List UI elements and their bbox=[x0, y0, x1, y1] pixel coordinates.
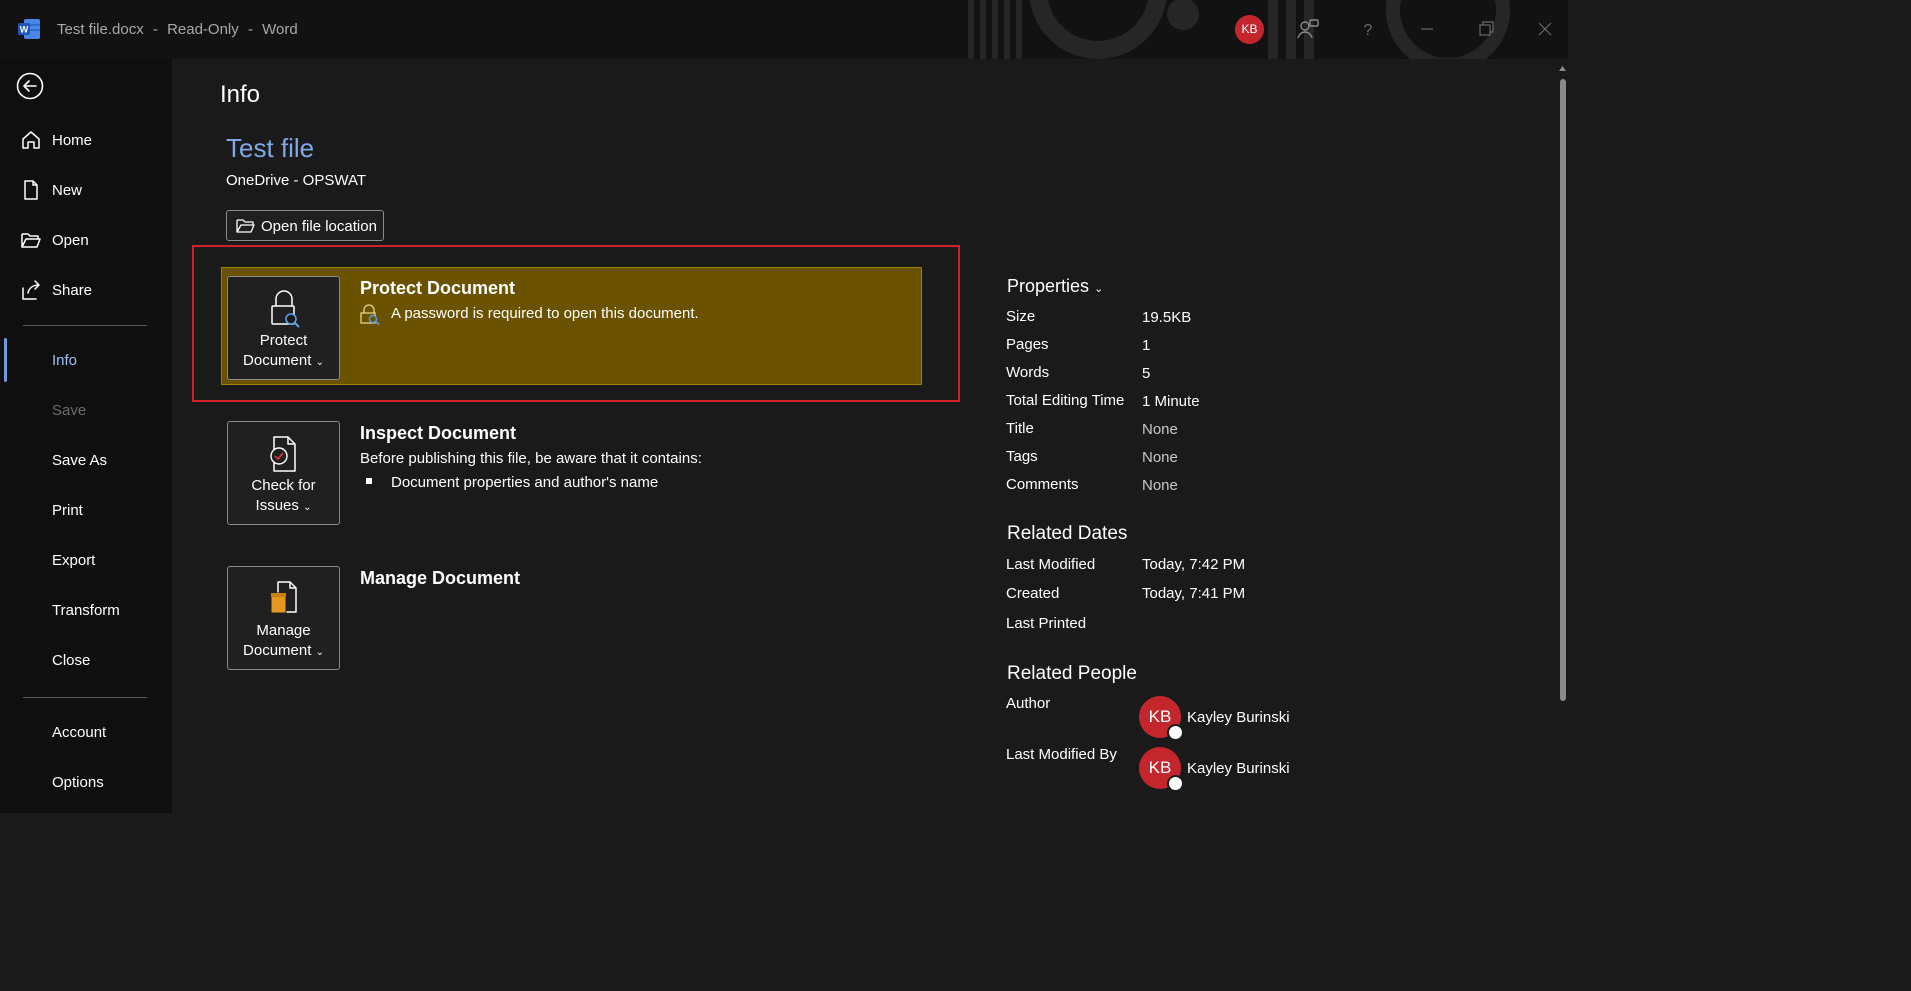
nav-open[interactable]: Open bbox=[52, 232, 89, 249]
prop-label: Comments bbox=[1006, 476, 1079, 493]
prop-label: Last Printed bbox=[1006, 615, 1087, 632]
properties-dropdown[interactable]: Properties ⌄ bbox=[1007, 276, 1103, 297]
info-page: Info Test file OneDrive - OPSWAT Open fi… bbox=[172, 59, 1568, 813]
protect-tile-line1: Protect bbox=[259, 332, 308, 349]
nav-divider bbox=[23, 325, 147, 326]
chevron-down-icon: ⌄ bbox=[303, 502, 312, 513]
prop-label: Last Modified bbox=[1006, 556, 1096, 573]
title-bar: W Test file.docx - Read-Only - Word KB ? bbox=[0, 0, 1568, 59]
check-for-issues-button[interactable]: Check for Issues ⌄ bbox=[227, 421, 340, 525]
back-arrow-icon[interactable] bbox=[15, 71, 45, 101]
nav-save-as[interactable]: Save As bbox=[52, 452, 107, 469]
protect-document-button[interactable]: Protect Document ⌄ bbox=[227, 276, 340, 380]
folder-icon bbox=[236, 219, 255, 233]
protect-tile-line2: Document bbox=[243, 352, 312, 369]
inspect-description: Before publishing this file, be aware th… bbox=[360, 450, 702, 467]
user-avatar[interactable]: KB bbox=[1235, 15, 1264, 44]
inspect-bullet: Document properties and author's name bbox=[391, 474, 659, 491]
prop-value-size: 19.5KB bbox=[1142, 309, 1192, 326]
manage-document-button[interactable]: Manage Document ⌄ bbox=[227, 566, 340, 670]
author-label: Author bbox=[1006, 695, 1051, 712]
chevron-down-icon: ⌄ bbox=[1094, 283, 1104, 295]
app-name: Word bbox=[262, 21, 298, 38]
backstage-nav: Home New Open Share Info Save Save As Pr… bbox=[0, 59, 172, 813]
prop-value-comments[interactable]: None bbox=[1142, 477, 1178, 494]
prop-label: Total Editing Time bbox=[1006, 392, 1125, 409]
chevron-down-icon: ⌄ bbox=[315, 357, 324, 368]
prop-value-last-modified: Today, 7:42 PM bbox=[1142, 556, 1246, 573]
nav-print[interactable]: Print bbox=[52, 502, 83, 519]
svg-text:?: ? bbox=[1364, 22, 1373, 39]
lock-icon bbox=[271, 290, 300, 328]
prop-value-words: 5 bbox=[1142, 365, 1151, 382]
prop-value-editing-time: 1 Minute bbox=[1142, 393, 1200, 410]
nav-save: Save bbox=[52, 402, 87, 419]
chevron-down-icon: ⌄ bbox=[315, 647, 324, 658]
document-location: OneDrive - OPSWAT bbox=[226, 172, 367, 189]
word-logo-icon: W bbox=[18, 19, 40, 39]
file-name: Test file.docx bbox=[57, 21, 144, 38]
nav-export[interactable]: Export bbox=[52, 552, 95, 569]
nav-account[interactable]: Account bbox=[52, 724, 106, 741]
nav-new[interactable]: New bbox=[52, 182, 82, 199]
inspect-tile-line1: Check for bbox=[251, 477, 316, 494]
password-lock-icon bbox=[360, 304, 380, 325]
prop-label: Pages bbox=[1006, 336, 1049, 353]
scroll-up-icon[interactable] bbox=[1558, 64, 1567, 73]
presence-status-icon bbox=[1167, 775, 1184, 792]
open-folder-icon bbox=[21, 233, 41, 248]
related-people-heading: Related People bbox=[1007, 663, 1137, 684]
prop-label: Size bbox=[1006, 308, 1036, 325]
inspect-document-icon bbox=[270, 436, 296, 472]
presence-status-icon bbox=[1167, 724, 1184, 741]
help-icon[interactable]: ? bbox=[1356, 17, 1380, 41]
open-file-location-label: Open file location bbox=[261, 218, 377, 235]
share-icon bbox=[22, 280, 40, 300]
inspect-document-title: Inspect Document bbox=[360, 423, 517, 443]
prop-value-tags[interactable]: None bbox=[1142, 449, 1178, 466]
manage-tile-line1: Manage bbox=[256, 622, 311, 639]
restore-icon[interactable] bbox=[1474, 17, 1498, 41]
prop-label: Created bbox=[1006, 585, 1060, 602]
vertical-scrollbar[interactable] bbox=[1560, 79, 1566, 701]
close-window-icon[interactable] bbox=[1533, 17, 1557, 41]
manage-document-icon bbox=[270, 581, 297, 614]
svg-text:W: W bbox=[20, 25, 29, 35]
page-title: Info bbox=[220, 81, 261, 108]
active-indicator bbox=[4, 338, 7, 382]
related-dates-heading: Related Dates bbox=[1007, 523, 1128, 544]
manage-tile-line2: Document bbox=[243, 642, 312, 659]
bullet-icon bbox=[366, 478, 372, 484]
window-title: Test file.docx - Read-Only - Word bbox=[57, 21, 298, 38]
nav-home[interactable]: Home bbox=[52, 132, 92, 149]
prop-value-pages: 1 bbox=[1142, 337, 1151, 354]
manage-document-title: Manage Document bbox=[360, 568, 521, 588]
nav-options[interactable]: Options bbox=[52, 774, 104, 791]
last-modified-by-label: Last Modified By bbox=[1006, 746, 1117, 763]
last-modified-by-name[interactable]: Kayley Burinski bbox=[1187, 760, 1290, 777]
coauthor-icon[interactable] bbox=[1296, 17, 1320, 41]
minimize-icon[interactable] bbox=[1415, 17, 1439, 41]
home-icon bbox=[22, 131, 40, 149]
open-file-location-button[interactable]: Open file location bbox=[226, 210, 384, 241]
prop-label: Words bbox=[1006, 364, 1050, 381]
protect-description: A password is required to open this docu… bbox=[391, 305, 699, 322]
prop-label: Title bbox=[1006, 420, 1034, 437]
nav-info[interactable]: Info bbox=[52, 352, 77, 369]
author-name[interactable]: Kayley Burinski bbox=[1187, 709, 1290, 726]
nav-divider bbox=[23, 697, 147, 698]
nav-share[interactable]: Share bbox=[52, 282, 92, 299]
document-title: Test file bbox=[226, 133, 315, 163]
prop-value-created: Today, 7:41 PM bbox=[1142, 585, 1246, 602]
read-only-label: Read-Only bbox=[167, 21, 239, 38]
new-document-icon bbox=[24, 180, 38, 200]
prop-value-title[interactable]: None bbox=[1142, 421, 1178, 438]
nav-close[interactable]: Close bbox=[52, 652, 90, 669]
inspect-tile-line2: Issues bbox=[255, 497, 299, 514]
prop-label: Tags bbox=[1006, 448, 1038, 465]
nav-transform[interactable]: Transform bbox=[52, 602, 120, 619]
protect-document-title: Protect Document bbox=[360, 278, 516, 298]
